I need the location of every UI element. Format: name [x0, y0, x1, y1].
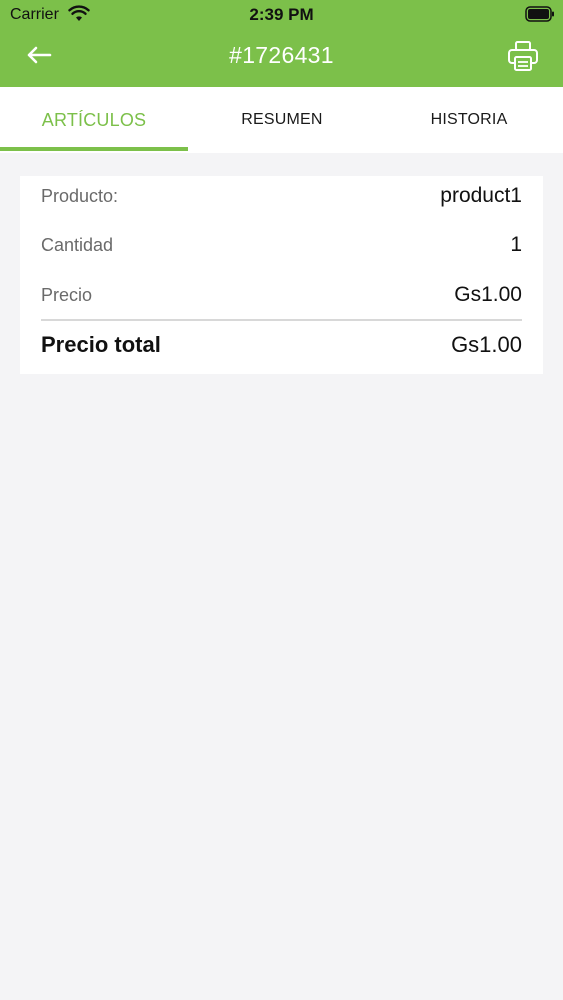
- app-header: Carrier 2:39 PM #1726431: [0, 0, 563, 87]
- quantity-value: 1: [510, 233, 522, 256]
- print-button[interactable]: [505, 40, 541, 76]
- tab-articulos[interactable]: ARTÍCULOS: [0, 87, 188, 153]
- tab-historia[interactable]: HISTORIA: [375, 87, 563, 153]
- product-row: Producto: product1: [41, 176, 522, 216]
- printer-icon: [507, 40, 539, 77]
- product-label: Producto:: [41, 185, 119, 206]
- status-bar: Carrier 2:39 PM: [0, 0, 563, 30]
- product-value: product1: [440, 184, 522, 207]
- price-value: Gs1.00: [454, 283, 522, 306]
- tab-resumen[interactable]: RESUMEN: [188, 87, 376, 153]
- tab-bar: ARTÍCULOS RESUMEN HISTORIA: [0, 87, 563, 153]
- quantity-label: Cantidad: [41, 234, 114, 255]
- active-tab-indicator: [0, 147, 188, 151]
- order-number-title: #1726431: [229, 42, 334, 68]
- nav-bar: #1726431: [0, 30, 563, 87]
- status-time: 2:39 PM: [249, 5, 314, 24]
- total-row: Precio total Gs1.00: [41, 325, 522, 365]
- total-label: Precio total: [41, 332, 161, 357]
- price-row: Precio Gs1.00: [41, 275, 522, 315]
- item-card: Producto: product1 Cantidad 1 Precio Gs1…: [20, 176, 543, 374]
- price-label: Precio: [41, 284, 93, 305]
- battery-icon: [525, 6, 555, 22]
- total-value: Gs1.00: [451, 332, 522, 357]
- quantity-row: Cantidad 1: [41, 225, 522, 265]
- total-divider: [41, 319, 522, 321]
